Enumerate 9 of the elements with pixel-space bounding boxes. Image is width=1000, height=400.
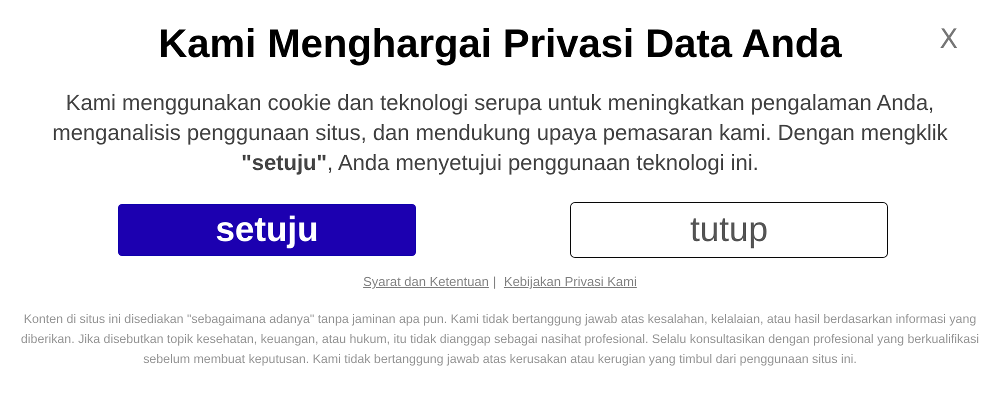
policy-link[interactable]: Kebijakan Privasi Kami	[504, 274, 637, 289]
close-dialog-button[interactable]: tutup	[570, 202, 888, 258]
close-button[interactable]: X	[936, 20, 962, 59]
link-separator: |	[492, 274, 496, 289]
disclaimer-text: Konten di situs ini disediakan "sebagaimana adanya" tanpa jaminan apa pun. Kami tidak bertanggung jawab atas kesalahan, kelalaian, atau hasil berdasarkan informasi yang diberikan. Jika disebutkan topik kesehatan, keuangan, atau hukum, itu tidak dianggap sebagai nasihat profesional. Selalu konsultasikan dengan profesional yang berkualifikasi sebelum membuat keputusan. Kami tidak bertanggung jawab atas kerusakan atau kerugian yang timbul dari penggunaan situs ini.	[20, 311, 980, 368]
dialog-title: Kami Menghargai Privasi Data Anda	[158, 21, 842, 68]
agree-button[interactable]: setuju	[118, 204, 416, 256]
policy-link[interactable]: Syarat dan Ketentuan	[363, 274, 489, 289]
consent-message: Kami menggunakan cookie dan teknologi serupa untuk meningkatkan pengalaman Anda, menganalisis penggunaan situs, dan mendukung upaya pemasaran kami. Dengan mengklik "setuju", Anda menyetujui penggunaan teknologi ini.	[51, 89, 949, 177]
